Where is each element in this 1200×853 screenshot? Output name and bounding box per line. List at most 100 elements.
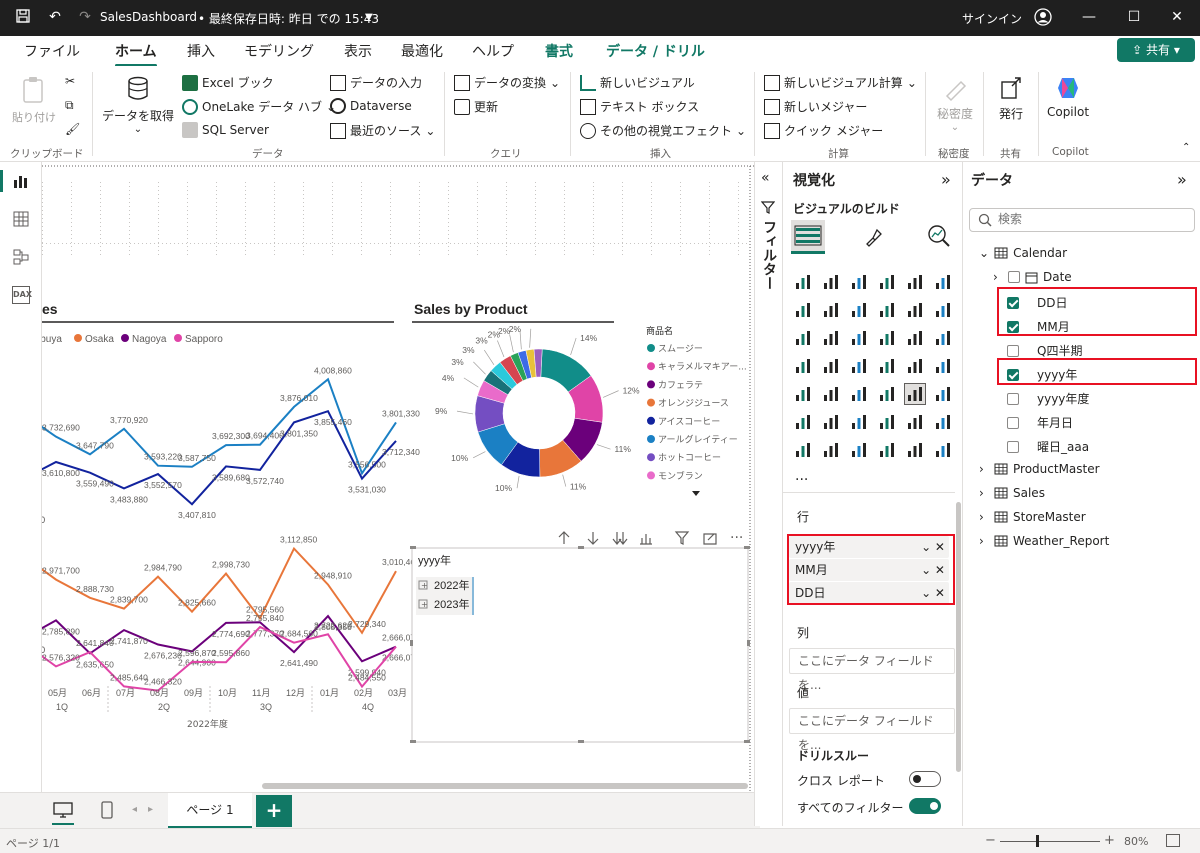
donut-chart[interactable]: 14%12%11%11%10%10%9%4%3%3%3%2%2%2%	[435, 324, 640, 493]
canvas-horizontal-scrollbar[interactable]	[262, 783, 748, 789]
save-icon[interactable]	[14, 8, 32, 26]
desktop-layout-icon[interactable]	[52, 801, 74, 822]
mobile-layout-icon[interactable]	[100, 800, 114, 823]
focus-mode-icon[interactable]	[703, 533, 717, 545]
go-to-next-level-icon[interactable]	[612, 532, 628, 545]
keep-all-filters-toggle[interactable]	[909, 798, 941, 814]
dataverse-button[interactable]: Dataverse	[330, 98, 412, 114]
donut-visual-icon[interactable]	[905, 328, 925, 348]
field-年月日[interactable]: 年月日	[1007, 414, 1073, 431]
field-曜日_aaa[interactable]: 曜日_aaa	[1007, 438, 1089, 455]
button-slicer-visual-icon[interactable]	[849, 440, 869, 460]
excel-workbook-button[interactable]: Excel ブック	[182, 74, 274, 91]
columns-drop-zone[interactable]: ここにデータ フィールドを...	[789, 648, 955, 692]
card-visual-icon[interactable]	[933, 356, 953, 376]
drill-up-icon[interactable]	[558, 531, 570, 544]
chevron-down-icon[interactable]: ▼	[365, 12, 373, 23]
scatter-visual-icon[interactable]	[849, 328, 869, 348]
add-page-button[interactable]: +	[256, 795, 292, 827]
analytics-icon[interactable]	[927, 224, 951, 251]
text-box-button[interactable]: テキスト ボックス	[580, 98, 699, 115]
power-apps-visual-icon[interactable]	[877, 440, 897, 460]
table-Sales[interactable]: › Sales	[979, 486, 1045, 500]
copilot-button[interactable]: Copilot	[1042, 74, 1094, 119]
expand-hierarchy-icon[interactable]	[640, 534, 652, 545]
paginated-visual-icon[interactable]	[793, 440, 813, 460]
area-visual-icon[interactable]	[821, 300, 841, 320]
redo-icon[interactable]: ↷	[76, 8, 94, 26]
onelake-hub-button[interactable]: OneLake データ ハブ ⌄	[182, 98, 336, 115]
treemap-visual-icon[interactable]	[933, 328, 953, 348]
clustered-bar-visual-icon[interactable]	[849, 272, 869, 292]
filled-map-visual-icon[interactable]	[821, 356, 841, 376]
field-Q四半期[interactable]: Q四半期	[1007, 342, 1082, 359]
tab-home[interactable]: ホーム	[115, 41, 157, 67]
shape-map-visual-icon[interactable]	[849, 356, 869, 376]
quick-measure-button[interactable]: クイック メジャー	[764, 122, 883, 139]
line-stacked-column-visual-icon[interactable]	[933, 300, 953, 320]
table-StoreMaster[interactable]: › StoreMaster	[979, 510, 1086, 524]
power-automate-visual-icon[interactable]	[905, 440, 925, 460]
collapse-data-pane-icon[interactable]: »	[1177, 170, 1187, 189]
clustered-column-visual-icon[interactable]	[877, 272, 897, 292]
tab-data-drill[interactable]: データ / ドリル	[606, 41, 705, 61]
collapse-viz-pane-icon[interactable]: »	[941, 170, 951, 189]
matrix-row[interactable]: 2023年	[434, 597, 469, 611]
waterfall-visual-icon[interactable]	[793, 328, 813, 348]
sql-server-button[interactable]: SQL Server	[182, 122, 269, 138]
report-view-icon[interactable]	[12, 172, 30, 190]
format-painter-icon[interactable]: 🖌	[65, 122, 80, 136]
filter-pane-collapsed[interactable]: « フィルター	[754, 162, 782, 826]
table-Weather_Report[interactable]: › Weather_Report	[979, 534, 1109, 548]
field-Date[interactable]: › Date	[993, 270, 1072, 284]
enter-data-button[interactable]: データの入力	[330, 74, 422, 91]
ribbon-visual-icon[interactable]	[877, 300, 897, 320]
stacked-column-visual-icon[interactable]	[821, 272, 841, 292]
matrix-visual-icon[interactable]	[904, 383, 926, 405]
pie-visual-icon[interactable]	[877, 328, 897, 348]
line-visual-icon[interactable]	[793, 300, 813, 320]
tab-format[interactable]: 書式	[545, 41, 573, 61]
zoom-in-button[interactable]: +	[1104, 833, 1115, 848]
narrative-visual-icon[interactable]	[905, 412, 925, 432]
python-visual-icon[interactable]	[793, 412, 813, 432]
fit-to-page-icon[interactable]	[1166, 834, 1180, 847]
recent-sources-button[interactable]: 最近のソース ⌄	[330, 122, 435, 139]
tab-file[interactable]: ファイル	[24, 41, 80, 61]
refresh-button[interactable]: 更新	[454, 98, 498, 115]
zoom-slider-track[interactable]	[1000, 841, 1100, 842]
drill-down-icon[interactable]	[587, 532, 599, 545]
format-visual-icon[interactable]	[863, 226, 885, 251]
page-tab[interactable]: ページ 1	[168, 793, 252, 829]
tab-insert[interactable]: 挿入	[187, 41, 215, 61]
stacked-area-visual-icon[interactable]	[849, 300, 869, 320]
transform-data-button[interactable]: データの変換 ⌄	[454, 74, 560, 91]
field-yyyy年度[interactable]: yyyy年度	[1007, 390, 1089, 407]
map-visual-icon[interactable]	[793, 356, 813, 376]
dax-query-view-icon[interactable]: DAX	[12, 286, 32, 304]
viz-pane-scrollbar[interactable]	[956, 502, 961, 772]
scroll-right-icon[interactable]: ▸	[148, 804, 153, 815]
legend-scroll-down-icon[interactable]	[692, 491, 700, 496]
table-calendar[interactable]: ⌄ Calendar	[979, 246, 1067, 260]
100-bar-visual-icon[interactable]	[905, 272, 925, 292]
qa-visual-icon[interactable]	[877, 412, 897, 432]
more-visual-icon[interactable]	[933, 440, 953, 460]
search-input[interactable]	[998, 212, 1188, 226]
share-button[interactable]: ⇪ 共有 ▾	[1117, 38, 1195, 62]
funnel-visual-icon[interactable]	[821, 328, 841, 348]
kpi-visual-icon[interactable]	[821, 384, 841, 404]
close-icon[interactable]: ✕	[1168, 8, 1186, 26]
line-column-visual-icon[interactable]	[905, 300, 925, 320]
table-ProductMaster[interactable]: › ProductMaster	[979, 462, 1100, 476]
model-view-icon[interactable]	[12, 248, 30, 266]
new-measure-button[interactable]: 新しいメジャー	[764, 98, 867, 115]
expand-filter-icon[interactable]: «	[761, 170, 770, 186]
matrix-row[interactable]: 2022年	[434, 578, 469, 592]
table-visual-icon[interactable]	[877, 384, 897, 404]
collapse-ribbon-icon[interactable]: ⌃	[1182, 142, 1190, 153]
card-new-visual-icon[interactable]	[821, 440, 841, 460]
new-visual-button[interactable]: 新しいビジュアル	[580, 74, 695, 91]
multi-row-card-visual-icon[interactable]	[793, 384, 813, 404]
line-chart[interactable]: 3,732,6903,647,7903,770,9203,593,2203,58…	[42, 365, 420, 730]
